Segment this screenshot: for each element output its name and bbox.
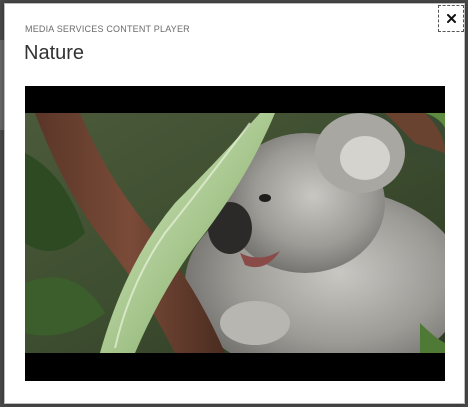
dialog-title: Nature [24,42,85,64]
video-player[interactable] [25,86,445,381]
close-button[interactable] [438,5,464,32]
close-icon [446,14,456,23]
media-player-dialog: MEDIA SERVICES CONTENT PLAYER Nature [4,3,465,404]
dialog-overline: MEDIA SERVICES CONTENT PLAYER [25,24,190,34]
video-frame-koala [25,113,445,353]
